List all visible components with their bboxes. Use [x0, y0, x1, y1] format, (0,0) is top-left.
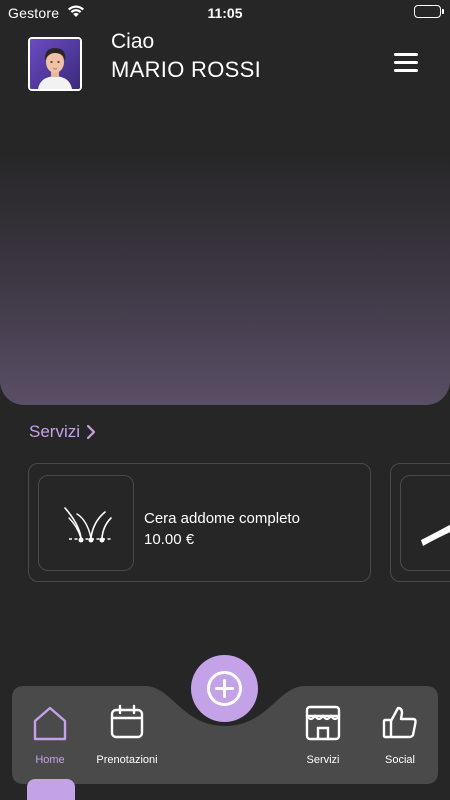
battery-icon [414, 5, 444, 18]
nav-social-label: Social [385, 754, 415, 766]
nav-prenotazioni-label: Prenotazioni [96, 754, 158, 766]
greeting-text: Ciao [111, 30, 155, 53]
home-icon [33, 706, 67, 741]
avatar[interactable] [28, 37, 82, 91]
nav-prenotazioni[interactable]: Prenotazioni [82, 686, 172, 784]
hamburger-menu-icon[interactable] [394, 53, 420, 73]
service-card[interactable] [390, 463, 450, 582]
add-button[interactable] [191, 655, 258, 722]
user-name: MARIO ROSSI [111, 57, 261, 82]
clock: 11:05 [207, 5, 243, 21]
plus-circle-icon [207, 671, 242, 706]
service-price: 10.00 € [144, 531, 195, 548]
service-name: Cera addome completo [144, 510, 300, 527]
storefront-icon [305, 705, 341, 741]
services-section-link[interactable]: Servizi [29, 422, 96, 442]
chevron-right-icon [86, 424, 96, 440]
hair-wax-icon [38, 475, 134, 571]
calendar-icon [110, 704, 144, 739]
services-section-title: Servizi [29, 422, 81, 441]
nav-social[interactable]: Social [355, 686, 445, 784]
status-bar: Gestore 11:05 [0, 0, 450, 26]
thumbs-up-icon [382, 706, 417, 739]
active-tab-indicator [27, 779, 75, 800]
service-card[interactable]: Cera addome completo 10.00 € [28, 463, 371, 582]
swoosh-icon [400, 475, 450, 571]
